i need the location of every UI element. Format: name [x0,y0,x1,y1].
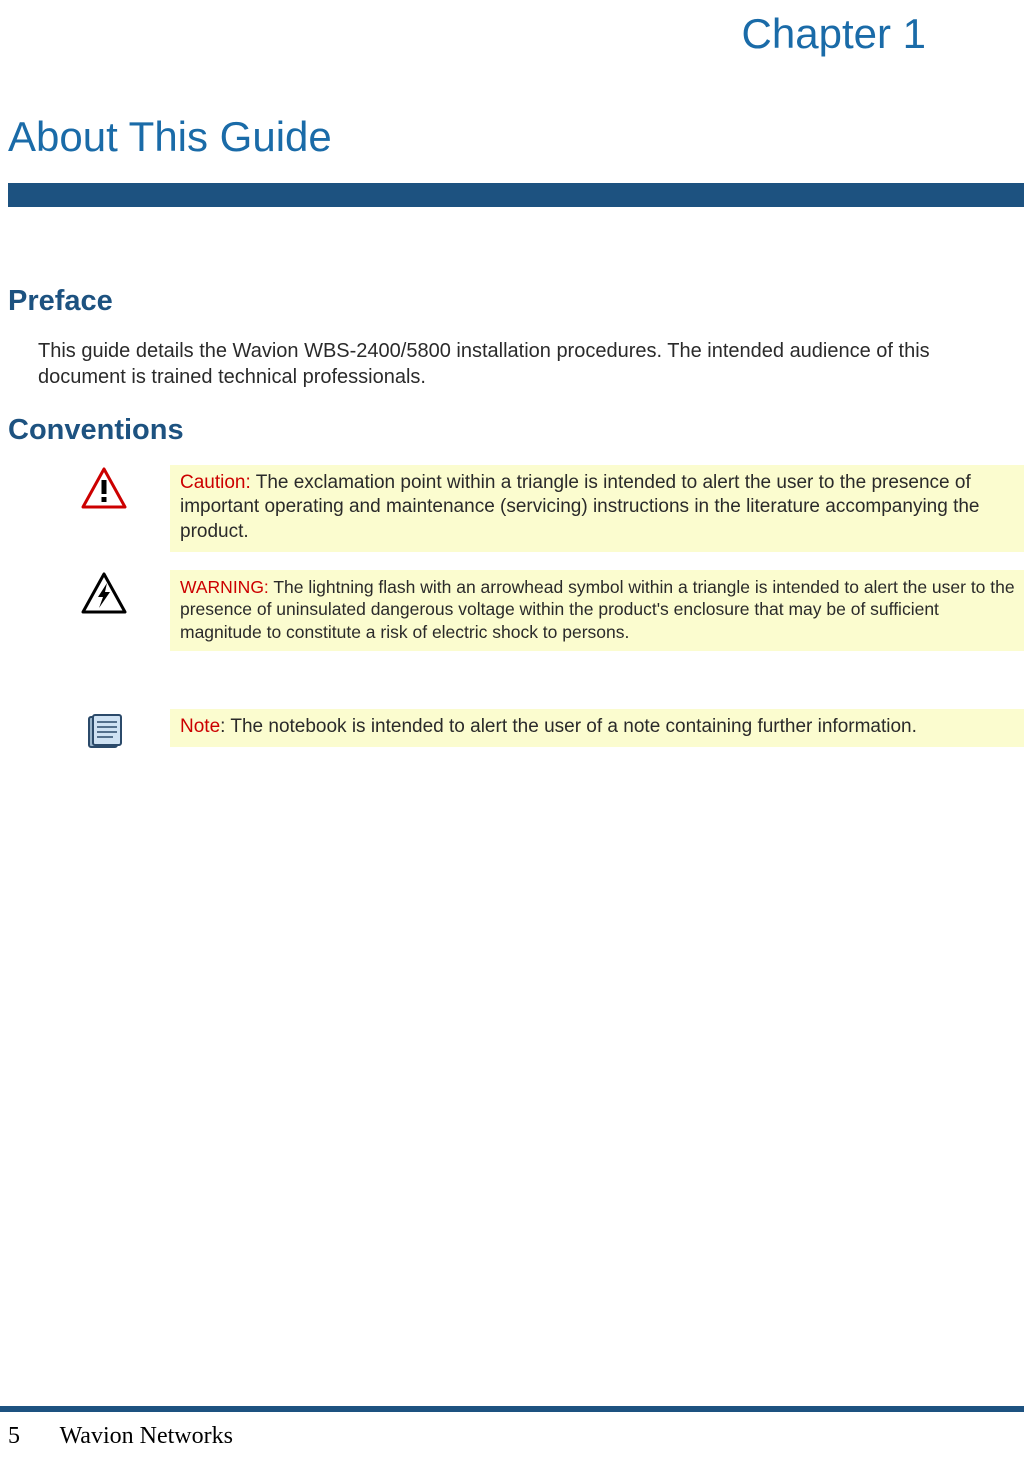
callout-container: Caution: The exclamation point within a … [38,465,1024,751]
preface-body: This guide details the Wavion WBS-2400/5… [0,338,1024,390]
caution-icon-cell [38,465,170,509]
warning-body: The lightning flash with an arrowhead sy… [180,577,1015,642]
lightning-triangle-icon [81,572,127,614]
note-body: : The notebook is intended to alert the … [220,716,917,737]
caution-callout: Caution: The exclamation point within a … [38,465,1024,552]
preface-heading: Preface [0,285,1024,318]
caution-body: The exclamation point within a triangle … [180,472,979,542]
caution-text: Caution: The exclamation point within a … [170,465,1024,552]
caution-triangle-icon [81,467,127,509]
caution-label: Caution: [180,472,251,493]
notebook-icon [83,711,125,751]
page-number: 5 [8,1423,54,1450]
conventions-heading: Conventions [0,414,1024,447]
chapter-heading: Chapter 1 [0,0,1024,58]
footer: 5 Wavion Networks [8,1423,233,1450]
warning-text: WARNING: The lightning flash with an arr… [170,570,1024,651]
footer-bar [0,1406,1024,1412]
footer-company: Wavion Networks [60,1423,233,1449]
note-text: Note: The notebook is intended to alert … [170,709,1024,747]
page-title: About This Guide [0,113,1024,161]
note-callout: Note: The notebook is intended to alert … [38,709,1024,751]
note-icon-cell [38,709,170,751]
warning-icon-cell [38,570,170,614]
note-label: Note [180,716,220,737]
warning-callout: WARNING: The lightning flash with an arr… [38,570,1024,651]
warning-label: WARNING: [180,577,269,597]
divider-bar [8,183,1024,207]
